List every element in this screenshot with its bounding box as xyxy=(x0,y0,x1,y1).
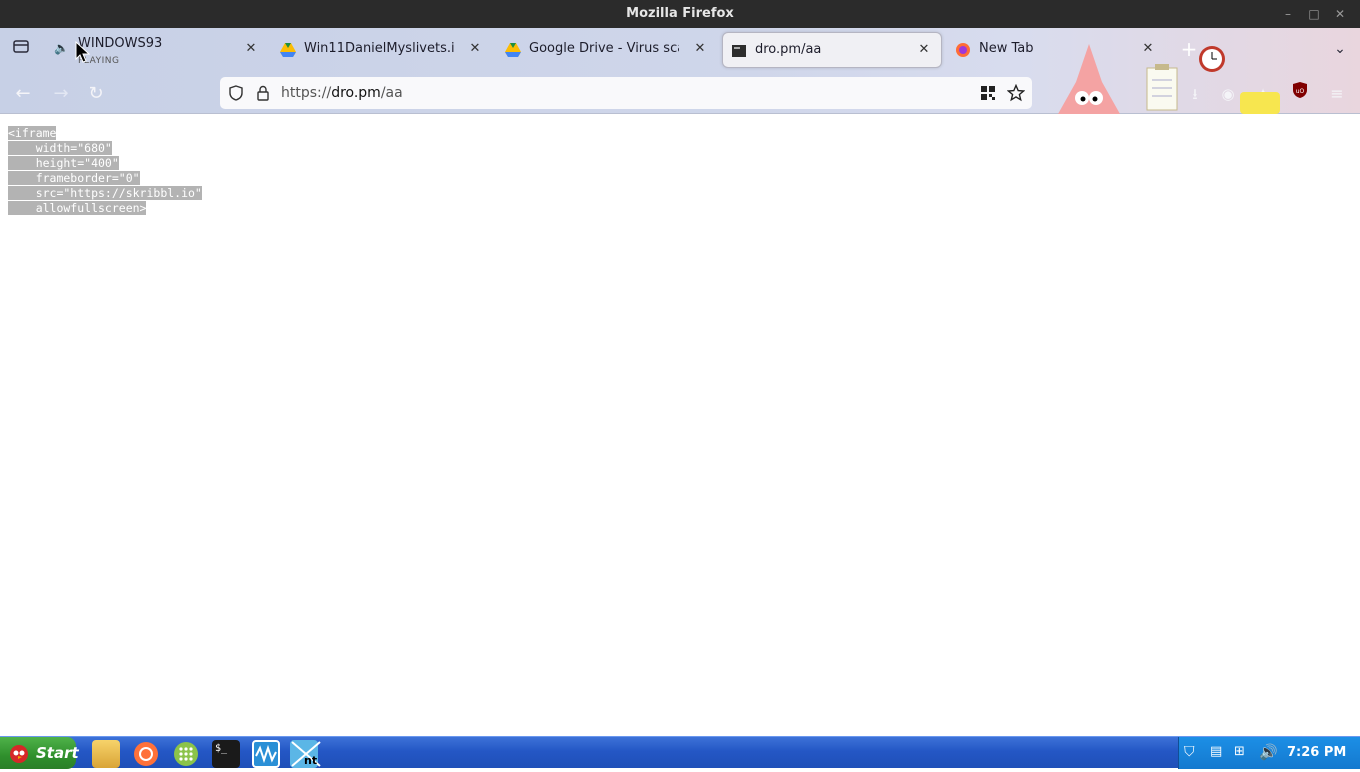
spongebob-theme-art xyxy=(1238,86,1282,114)
close-tab-button[interactable]: ✕ xyxy=(1139,40,1157,58)
forward-button[interactable]: → xyxy=(48,81,74,107)
security-shield-icon[interactable]: ⛉ xyxy=(1184,744,1195,760)
code-line: <iframe xyxy=(8,126,57,140)
qr-code-icon[interactable] xyxy=(980,85,996,101)
patrick-theme-art xyxy=(1058,42,1120,114)
close-tab-button[interactable]: ✕ xyxy=(242,40,260,58)
tracking-shield-icon[interactable] xyxy=(228,85,244,101)
taskbar: Start $_ nt ⛉ ▤ ⊞ 🔊 7:26 PM xyxy=(0,736,1360,769)
downloads-icon[interactable]: ⭳ xyxy=(1182,81,1208,107)
waveform-app-icon[interactable] xyxy=(252,740,280,768)
tab-title: WINDOWS93 xyxy=(78,36,163,51)
code-line: frameborder="0" xyxy=(8,171,140,185)
window-title: Mozilla Firefox xyxy=(626,6,734,21)
ublock-icon[interactable]: uO xyxy=(1287,81,1313,107)
speaker-icon: 🔈 xyxy=(54,41,69,55)
start-label: Start xyxy=(36,744,79,762)
close-tab-button[interactable]: ✕ xyxy=(466,40,484,58)
back-button[interactable]: ← xyxy=(10,81,36,107)
reload-button[interactable]: ↻ xyxy=(83,81,109,107)
lock-icon[interactable] xyxy=(256,85,270,101)
close-tab-button[interactable]: ✕ xyxy=(691,40,709,58)
tab-win11-iso[interactable]: Win11DanielMyslivets.iso - ✕ xyxy=(272,32,492,68)
firefox-view-button[interactable] xyxy=(8,37,34,63)
code-line: width="680" xyxy=(8,141,112,155)
start-button[interactable]: Start xyxy=(0,737,79,769)
nt-app-icon[interactable]: nt xyxy=(290,740,321,768)
network-icon[interactable]: ⊞ xyxy=(1234,744,1245,759)
url-text[interactable]: https://dro.pm/aa xyxy=(281,85,403,101)
menu-icon[interactable]: ≡ xyxy=(1324,81,1350,107)
app-grid-icon[interactable] xyxy=(172,740,200,768)
code-line: height="400" xyxy=(8,156,119,170)
minimize-button[interactable]: – xyxy=(1280,6,1296,22)
alarm-clock-theme-art xyxy=(1196,42,1228,74)
google-drive-icon xyxy=(505,43,521,57)
selected-code-block: <iframe width="680" height="400" framebo… xyxy=(8,126,202,216)
browser-chrome: 🔈 WINDOWS93 PLAYING ✕ Win11DanielMyslive… xyxy=(0,28,1360,114)
tab-title: dro.pm/aa xyxy=(755,42,822,57)
code-line: src="https://skribbl.io" xyxy=(8,186,202,200)
tab-new-tab[interactable]: New Tab ✕ xyxy=(947,32,1165,68)
tab-title: Win11DanielMyslivets.iso - xyxy=(304,41,454,56)
clock[interactable]: 7:26 PM xyxy=(1287,745,1346,760)
firefox-icon xyxy=(956,43,970,57)
svg-text:uO: uO xyxy=(1296,88,1305,95)
tab-dro-pm[interactable]: dro.pm/aa ✕ xyxy=(722,32,942,68)
volume-icon[interactable]: 🔊 xyxy=(1259,743,1278,761)
list-tabs-button[interactable]: ⌄ xyxy=(1327,36,1353,62)
code-line: allowfullscreen> xyxy=(8,201,147,215)
file-manager-icon[interactable] xyxy=(92,740,120,768)
clipboard-theme-art xyxy=(1145,64,1179,112)
bookmark-star-icon[interactable] xyxy=(1007,84,1025,102)
window-titlebar: Mozilla Firefox – □ ✕ xyxy=(0,0,1360,28)
svg-text:nt: nt xyxy=(304,754,317,767)
close-tab-button[interactable]: ✕ xyxy=(915,41,933,59)
system-tray: ⛉ ▤ ⊞ 🔊 7:26 PM xyxy=(1178,737,1360,769)
tab-google-drive[interactable]: Google Drive - Virus scan w ✕ xyxy=(497,32,717,68)
close-window-button[interactable]: ✕ xyxy=(1332,6,1348,22)
google-drive-icon xyxy=(280,43,296,57)
url-bar[interactable]: https://dro.pm/aa xyxy=(220,77,1032,109)
page-content: <iframe width="680" height="400" framebo… xyxy=(0,114,1360,736)
maximize-button[interactable]: □ xyxy=(1306,6,1322,22)
tab-title: Google Drive - Virus scan w xyxy=(529,41,679,56)
mouse-cursor-icon xyxy=(75,41,91,63)
firefox-view-icon xyxy=(13,40,29,53)
terminal-icon[interactable]: $_ xyxy=(212,740,240,768)
clipboard-tray-icon[interactable]: ▤ xyxy=(1210,744,1222,759)
angry-bird-icon xyxy=(10,745,28,763)
firefox-taskbar-icon[interactable] xyxy=(132,740,160,768)
page-icon xyxy=(732,45,746,57)
